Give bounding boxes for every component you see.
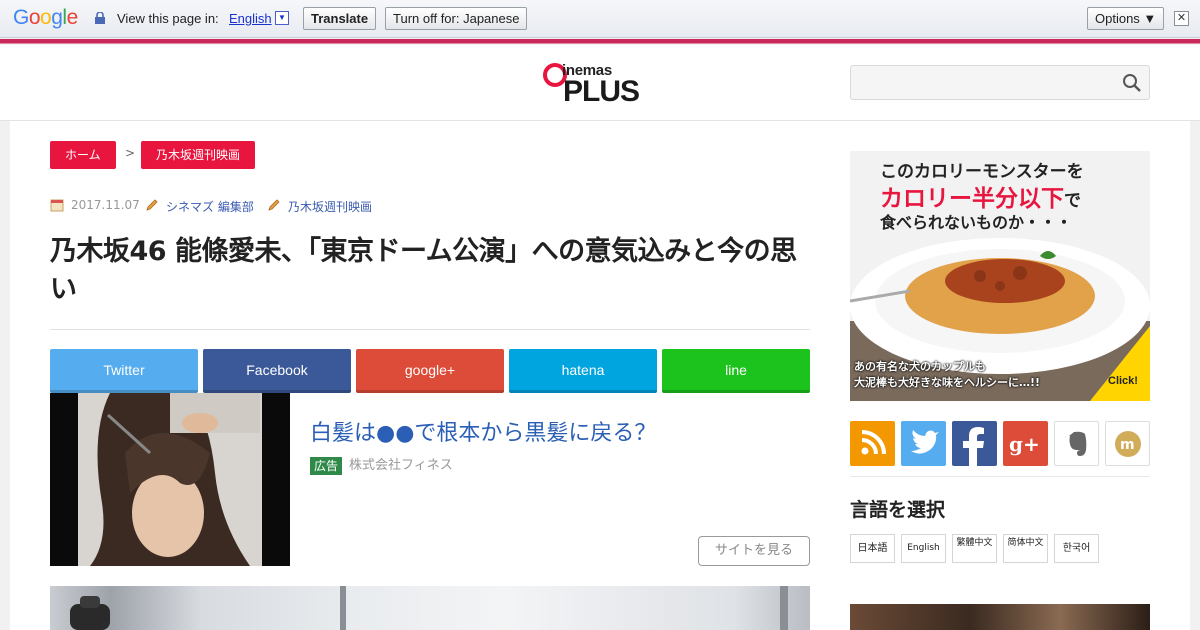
- turn-off-translate-button[interactable]: Turn off for: Japanese: [385, 7, 528, 30]
- banner-line2: カロリー半分以下で: [880, 179, 1081, 213]
- options-button[interactable]: Options ▼: [1087, 7, 1165, 30]
- breadcrumb-category[interactable]: 乃木坂週刊映画: [141, 141, 256, 169]
- search-icon[interactable]: [1122, 73, 1142, 93]
- sidebar-banner-ad[interactable]: このカロリーモンスターを カロリー半分以下で 食べられないものか・・・ あの有名…: [850, 151, 1150, 401]
- lang-english-button[interactable]: English: [901, 534, 946, 563]
- share-line-button[interactable]: line: [662, 349, 810, 393]
- article-photo-scene: [70, 586, 788, 630]
- language-select-title: 言語を選択: [850, 499, 946, 521]
- sidebar-photo[interactable]: [850, 604, 1150, 630]
- ad-source: 株式会社フィネス: [349, 458, 453, 473]
- svg-text:g+: g+: [1009, 432, 1040, 456]
- google-logo: Google: [13, 6, 78, 29]
- facebook-icon[interactable]: [952, 421, 997, 466]
- ad-badge: 広告: [310, 457, 343, 475]
- breadcrumb-home[interactable]: ホーム: [50, 141, 116, 169]
- pencil-icon: [146, 199, 158, 211]
- banner-caption: あの有名な犬のカップルも 大泥棒も大好きな味をヘルシーに…!!: [854, 359, 1040, 391]
- banner-caption-line1: あの有名な犬のカップルも: [854, 360, 986, 373]
- banner-click-label: Click!: [1108, 375, 1138, 387]
- lang-simplified-chinese-button[interactable]: 简体中文: [1003, 534, 1048, 563]
- share-twitter-button[interactable]: Twitter: [50, 349, 198, 393]
- evernote-icon[interactable]: [1054, 421, 1099, 466]
- language-dropdown-icon[interactable]: ▼: [275, 11, 289, 25]
- translate-bar: Google View this page in: English ▼ Tran…: [0, 0, 1200, 38]
- share-googleplus-button[interactable]: google+: [356, 349, 504, 393]
- site-header: inemas PLUS: [0, 45, 1200, 121]
- translate-button[interactable]: Translate: [303, 7, 377, 30]
- share-hatena-button[interactable]: hatena: [509, 349, 657, 393]
- sidebar-divider: [850, 476, 1150, 477]
- share-facebook-button[interactable]: Facebook: [203, 349, 351, 393]
- svg-text:m: m: [1120, 437, 1135, 453]
- header-accent-line: [0, 39, 1200, 44]
- close-translate-bar-icon[interactable]: ✕: [1174, 11, 1189, 26]
- mixi-icon[interactable]: m: [1105, 421, 1150, 466]
- site-logo[interactable]: inemas PLUS: [543, 61, 643, 108]
- title-divider: [50, 329, 810, 330]
- ad-visit-site-button[interactable]: サイトを見る: [698, 536, 810, 566]
- lang-korean-button[interactable]: 한국어: [1054, 534, 1099, 563]
- twitter-icon[interactable]: [901, 421, 946, 466]
- main-content: ホーム > 乃木坂週刊映画 2017.11.07 シネマズ 編集部 乃木坂週刊映…: [10, 121, 1190, 630]
- breadcrumb-separator: >: [125, 146, 136, 160]
- banner-line2-suffix: で: [1064, 191, 1081, 211]
- pencil-icon: [268, 199, 280, 211]
- banner-caption-line2: 大泥棒も大好きな味をヘルシーに…!!: [854, 376, 1041, 389]
- article-category-link[interactable]: 乃木坂週刊映画: [288, 198, 372, 215]
- article-author-link[interactable]: シネマズ 編集部: [166, 198, 254, 215]
- calendar-icon: [50, 199, 64, 212]
- rss-icon[interactable]: [850, 421, 895, 466]
- ad-photo-hair: [78, 393, 262, 566]
- lock-icon: [95, 12, 105, 24]
- translate-prompt: View this page in:: [117, 11, 219, 26]
- ad-image[interactable]: [50, 393, 290, 566]
- banner-line3: 食べられないものか・・・: [880, 213, 1073, 232]
- lang-japanese-button[interactable]: 日本語: [850, 534, 895, 563]
- article-date: 2017.11.07: [71, 198, 140, 212]
- lang-traditional-chinese-button[interactable]: 繁體中文: [952, 534, 997, 563]
- translate-language-link[interactable]: English: [229, 11, 272, 26]
- google-plus-icon[interactable]: g+: [1003, 421, 1048, 466]
- search-input[interactable]: [850, 65, 1150, 100]
- logo-bottom-text: PLUS: [563, 75, 640, 108]
- article-photo: [50, 586, 810, 630]
- article-title: 乃木坂46 能條愛未、「東京ドーム公演」への意気込みと今の思い: [50, 236, 797, 305]
- ad-headline-link[interactable]: 白髪は●●で根本から黒髪に戻る？: [310, 415, 656, 447]
